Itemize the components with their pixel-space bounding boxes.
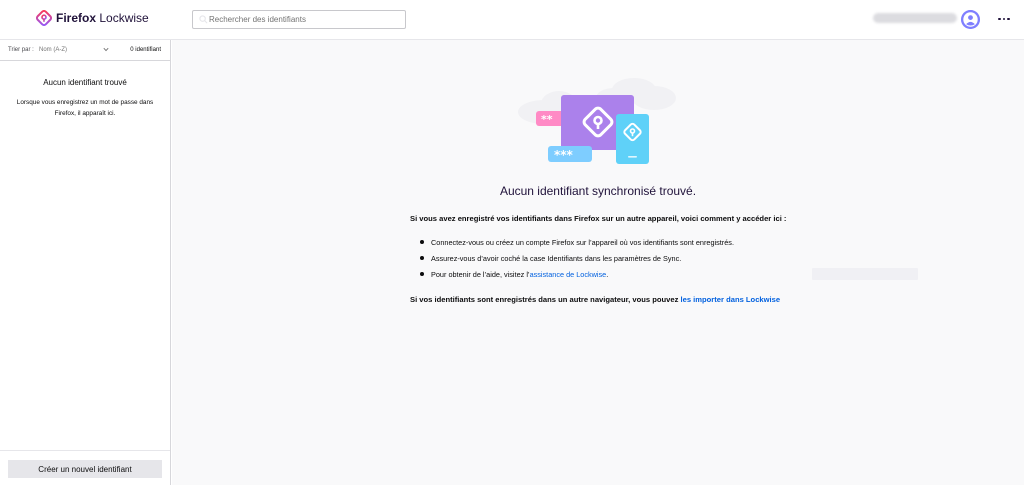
login-count: 0 identifiant [130,47,161,53]
sort-label: Trier par : [8,47,34,53]
password-mask-blue: *** [554,148,574,162]
empty-state-heading: Aucun identifiant synchronisé trouvé. [499,184,697,198]
app-name-bold: Firefox [56,11,97,25]
import-instructions: Si vos identifiants sont enregistrés dan… [410,295,780,304]
dot [1007,17,1010,21]
empty-state-illustration: ** *** [518,78,676,164]
faded-overlay-field [812,268,918,280]
sidebar: Trier par : Nom (A-Z) 0 identifiant Aucu… [0,40,171,485]
help-suffix: . [606,270,609,279]
sync-steps-list: Connectez-vous ou créez un compte Firefo… [420,238,734,286]
dot [1002,17,1006,21]
import-link[interactable]: les importer dans Lockwise [681,295,781,304]
account-email-redacted [873,13,957,23]
sort-select[interactable]: Nom (A-Z) [39,47,67,53]
empty-list-title: Aucun identifiant trouvé [43,78,127,87]
user-avatar-icon[interactable] [961,10,980,29]
import-prefix: Si vos identifiants sont enregistrés dan… [410,295,681,304]
search-box[interactable] [192,10,406,29]
chevron-down-icon[interactable] [103,47,109,52]
app-logo[interactable]: Firefox Lockwise [36,10,149,26]
password-mask-pink: ** [541,113,553,126]
help-prefix: Pour obtenir de l’aide, visitez l’ [431,270,530,279]
list-item: Pour obtenir de l’aide, visitez l’assist… [420,270,734,286]
lockwise-support-link[interactable]: assistance de Lockwise [530,270,607,279]
app-name: Firefox Lockwise [56,11,149,25]
search-input[interactable] [209,11,403,28]
sidebar-footer: Créer un nouvel identifiant [0,450,170,485]
more-dots-icon[interactable] [996,12,1012,26]
main-panel: ** *** Aucun identifiant synchronisé tro… [172,40,1024,485]
app-header: Firefox Lockwise [0,0,1024,40]
sync-instructions-intro: Si vous avez enregistré vos identifiants… [410,214,787,223]
list-item: Assurez-vous d’avoir coché la case Ident… [420,254,734,270]
list-item: Connectez-vous ou créez un compte Firefo… [420,238,734,254]
sort-bar: Trier par : Nom (A-Z) 0 identifiant [0,40,170,61]
lockwise-logo-icon [36,10,52,26]
empty-list-description: Lorsque vous enregistrez un mot de passe… [16,99,154,117]
app-name-rest: Lockwise [96,11,149,25]
dot [998,17,1001,21]
create-login-button[interactable]: Créer un nouvel identifiant [8,460,162,478]
search-icon [199,15,208,24]
